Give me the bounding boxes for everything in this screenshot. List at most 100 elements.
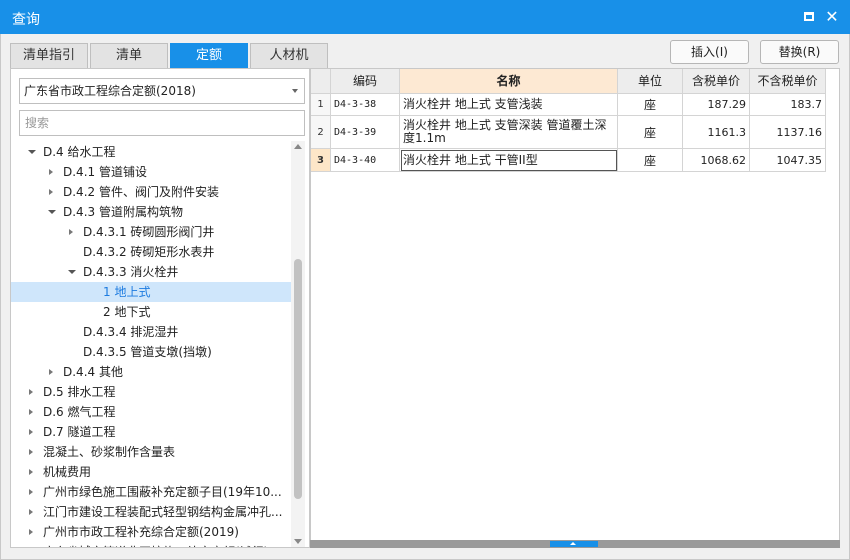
tree-node[interactable]: D.4.3.4 排泥湿井	[11, 322, 291, 342]
tree-node-label: D.4.1 管道铺设	[63, 165, 147, 179]
tree-node-label: D.4.4 其他	[63, 365, 123, 379]
expand-arrow-icon[interactable]	[67, 222, 77, 242]
tree-node-label: D.4 给水工程	[43, 145, 116, 159]
tree-node[interactable]: D.4.3.3 消火栓井	[11, 262, 291, 282]
insert-button[interactable]: 插入(I)	[670, 40, 749, 64]
replace-button[interactable]: 替换(R)	[760, 40, 839, 64]
cell-price-notax[interactable]: 183.7	[750, 94, 826, 116]
cell-unit[interactable]: 座	[618, 94, 683, 116]
tree-node[interactable]: D.4.3.2 砖砌矩形水表井	[11, 242, 291, 262]
tree-node[interactable]: 2 地下式	[11, 302, 291, 322]
tree-node-label: 江门市建设工程装配式轻型钢结构金属冲孔...	[43, 505, 283, 519]
row-number[interactable]: 3	[311, 149, 331, 172]
collapse-arrow-icon[interactable]	[47, 202, 57, 222]
cell-name[interactable]: 消火栓井 地上式 支管浅装	[400, 94, 618, 116]
chevron-up-icon[interactable]	[550, 541, 598, 547]
tree-node-label: D.7 隧道工程	[43, 425, 116, 439]
chevron-down-icon[interactable]	[292, 89, 298, 93]
cell-code[interactable]: D4-3-38	[331, 94, 400, 116]
tab-ding-e[interactable]: 定额	[170, 43, 248, 68]
scroll-thumb[interactable]	[294, 259, 302, 499]
library-select-value: 广东省市政工程综合定额(2018)	[24, 84, 196, 98]
tree-node[interactable]: 机械费用	[11, 462, 291, 482]
tab-qingdan[interactable]: 清单	[90, 43, 168, 68]
tree-node[interactable]: D.4.2 管件、阀门及附件安装	[11, 182, 291, 202]
col-header-name[interactable]: 名称	[400, 69, 618, 94]
tree-node[interactable]: 1 地上式	[11, 282, 291, 302]
expand-arrow-icon[interactable]	[27, 542, 37, 547]
tree-node[interactable]: D.6 燃气工程	[11, 402, 291, 422]
tree-node[interactable]: D.4.3.5 管道支墩(挡墩)	[11, 342, 291, 362]
panel-splitter[interactable]	[310, 540, 840, 548]
tree-node-label: 2 地下式	[103, 305, 151, 319]
expand-arrow-icon[interactable]	[47, 182, 57, 202]
tree-node[interactable]: D.4.3.1 砖砌圆形阀门井	[11, 222, 291, 242]
tree-node-label: 广东省城市管道非开挖施工补充定额(试行)	[43, 542, 268, 547]
tree-node-label: 混凝土、砂浆制作含量表	[43, 445, 176, 459]
row-number[interactable]: 1	[311, 94, 331, 116]
maximize-icon[interactable]	[800, 8, 818, 26]
cell-price-notax[interactable]: 1047.35	[750, 149, 826, 172]
cell-price-tax[interactable]: 1161.3	[683, 116, 750, 149]
search-input[interactable]	[19, 110, 305, 136]
collapse-arrow-icon[interactable]	[27, 142, 37, 162]
expand-arrow-icon[interactable]	[27, 442, 37, 462]
tree-node[interactable]: D.4.4 其他	[11, 362, 291, 382]
tree-node-label: D.5 排水工程	[43, 385, 116, 399]
title-bar: 查询 ✕	[0, 0, 850, 34]
tree-node[interactable]: D.4 给水工程	[11, 142, 291, 162]
tree-node-label: D.4.3.4 排泥湿井	[83, 325, 179, 339]
scroll-up-icon[interactable]	[294, 144, 302, 149]
collapse-arrow-icon[interactable]	[67, 262, 77, 282]
library-tree-panel: 广东省市政工程综合定额(2018) D.4 给水工程 D.4.1 管道铺设 D.4.…	[10, 68, 310, 548]
cell-price-tax[interactable]: 1068.62	[683, 149, 750, 172]
cell-code[interactable]: D4-3-40	[331, 149, 400, 172]
cell-name[interactable]: 消火栓井 地上式 支管深装 管道覆土深度1.1m	[400, 116, 618, 149]
expand-arrow-icon[interactable]	[27, 482, 37, 502]
tree-node-label: D.4.3.2 砖砌矩形水表井	[83, 245, 215, 259]
expand-arrow-icon[interactable]	[27, 502, 37, 522]
cell-price-notax[interactable]: 1137.16	[750, 116, 826, 149]
col-header-price-notax[interactable]: 不含税单价	[750, 69, 826, 94]
library-select[interactable]: 广东省市政工程综合定额(2018)	[19, 78, 305, 104]
tree-node[interactable]: 江门市建设工程装配式轻型钢结构金属冲孔...	[11, 502, 291, 522]
tree-node[interactable]: D.4.1 管道铺设	[11, 162, 291, 182]
tree-node[interactable]: D.5 排水工程	[11, 382, 291, 402]
cell-code[interactable]: D4-3-39	[331, 116, 400, 149]
tree-node[interactable]: 广州市市政工程补充综合定额(2019)	[11, 522, 291, 542]
row-number[interactable]: 2	[311, 116, 331, 149]
tab-rencaiji[interactable]: 人材机	[250, 43, 328, 68]
quota-grid: 编码 名称 单位 含税单价 不含税单价 1 D4-3-38 消火栓井 地上式 支…	[310, 68, 840, 548]
cell-unit[interactable]: 座	[618, 149, 683, 172]
cell-price-tax[interactable]: 187.29	[683, 94, 750, 116]
tree-node-label: D.4.2 管件、阀门及附件安装	[63, 185, 219, 199]
expand-arrow-icon[interactable]	[27, 422, 37, 442]
cell-name[interactable]: 消火栓井 地上式 干管II型	[400, 149, 618, 172]
tab-qingdan-zhiyin[interactable]: 清单指引	[10, 43, 88, 68]
col-header-code[interactable]: 编码	[331, 69, 400, 94]
close-icon[interactable]: ✕	[823, 8, 841, 26]
tree-node-label: D.6 燃气工程	[43, 405, 116, 419]
tree-node-label: D.4.3.5 管道支墩(挡墩)	[83, 345, 212, 359]
tree-node[interactable]: 广东省城市管道非开挖施工补充定额(试行)	[11, 542, 291, 547]
tree-node[interactable]: 混凝土、砂浆制作含量表	[11, 442, 291, 462]
tree-node[interactable]: D.7 隧道工程	[11, 422, 291, 442]
tree-node-label: 广州市市政工程补充综合定额(2019)	[43, 525, 239, 539]
expand-arrow-icon[interactable]	[47, 162, 57, 182]
expand-arrow-icon[interactable]	[27, 402, 37, 422]
tree-scrollbar[interactable]	[291, 141, 305, 547]
expand-arrow-icon[interactable]	[27, 382, 37, 402]
tree-node[interactable]: D.4.3 管道附属构筑物	[11, 202, 291, 222]
expand-arrow-icon[interactable]	[27, 462, 37, 482]
expand-arrow-icon[interactable]	[27, 522, 37, 542]
expand-arrow-icon[interactable]	[47, 362, 57, 382]
col-header-price-tax[interactable]: 含税单价	[683, 69, 750, 94]
col-header-unit[interactable]: 单位	[618, 69, 683, 94]
cell-unit[interactable]: 座	[618, 116, 683, 149]
tree-node-label: 1 地上式	[103, 285, 151, 299]
tree-node[interactable]: 广州市绿色施工围蔽补充定额子目(19年10...	[11, 482, 291, 502]
scroll-down-icon[interactable]	[294, 539, 302, 544]
